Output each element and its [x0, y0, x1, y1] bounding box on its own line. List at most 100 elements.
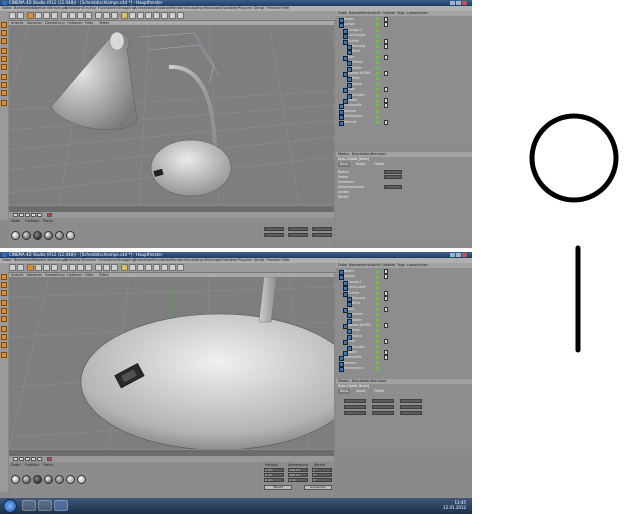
- axis-x-icon[interactable]: [61, 12, 68, 19]
- rotate-icon[interactable]: [51, 12, 58, 19]
- visibility-check-icon[interactable]: [376, 302, 379, 306]
- material-tag-icon[interactable]: [384, 323, 388, 328]
- soft-selection-icon[interactable]: [1, 352, 7, 358]
- coord-mode-select[interactable]: Objekt: [264, 485, 292, 490]
- attr-field[interactable]: [344, 405, 366, 409]
- material-tag-icon[interactable]: [384, 98, 388, 103]
- tab-objekt[interactable]: Objekt: [374, 389, 384, 394]
- intermediate-points-select[interactable]: [384, 185, 402, 189]
- object-tree-row[interactable]: Spline: [336, 334, 472, 340]
- floor-icon[interactable]: [161, 264, 168, 271]
- step-back-icon[interactable]: [19, 457, 24, 461]
- record-icon[interactable]: [47, 457, 52, 461]
- object-tree-row[interactable]: Halter: [336, 318, 472, 324]
- visibility-check-icon[interactable]: [376, 72, 379, 75]
- pen-icon[interactable]: [129, 264, 136, 271]
- render-picture-icon[interactable]: [103, 264, 110, 271]
- material-tag-icon[interactable]: [384, 54, 388, 60]
- object-tree-row[interactable]: Gelenk: [336, 60, 472, 67]
- visibility-check-icon[interactable]: [376, 329, 379, 333]
- undo-icon[interactable]: [9, 12, 16, 19]
- material-menu-datei[interactable]: Datei: [11, 219, 20, 223]
- material-menu-datei[interactable]: Datei: [11, 463, 20, 467]
- attr-field[interactable]: [400, 411, 422, 415]
- cube-icon[interactable]: [121, 12, 128, 19]
- object-tree-row[interactable]: Spline: [336, 82, 472, 88]
- visibility-check-icon[interactable]: [376, 120, 379, 124]
- material-tag-icon[interactable]: [384, 355, 388, 361]
- om-menu-lesezeichen[interactable]: Lesezeichen: [407, 11, 428, 16]
- move-icon[interactable]: [35, 264, 42, 271]
- material-swatch[interactable]: [44, 231, 53, 240]
- attr-field[interactable]: [400, 399, 422, 403]
- visibility-check-icon[interactable]: [376, 313, 379, 317]
- material-menu-funktion[interactable]: Funktion: [25, 219, 40, 223]
- play-icon[interactable]: [25, 213, 30, 217]
- attr-field[interactable]: [344, 411, 366, 415]
- visibility-check-icon[interactable]: [376, 109, 379, 113]
- visibility-check-icon[interactable]: [376, 297, 379, 300]
- coord-field[interactable]: [288, 233, 308, 237]
- visibility-check-icon[interactable]: [376, 23, 379, 27]
- position-z-field[interactable]: 0 cm: [264, 478, 284, 482]
- material-swatch[interactable]: [22, 475, 31, 484]
- tab-objekt[interactable]: Objekt: [374, 162, 384, 167]
- close-button[interactable]: [462, 253, 467, 257]
- visibility-check-icon[interactable]: [376, 55, 379, 59]
- object-tree-row[interactable]: Arm: [336, 306, 472, 313]
- visibility-check-icon[interactable]: [376, 99, 379, 102]
- taskbar-browser-icon[interactable]: [38, 500, 52, 511]
- polygons-mode-icon[interactable]: [1, 64, 7, 70]
- rotation-b-field[interactable]: 0 °: [312, 478, 332, 482]
- points-mode-icon[interactable]: [1, 300, 7, 306]
- edges-mode-icon[interactable]: [1, 308, 7, 314]
- array-icon[interactable]: [145, 12, 152, 19]
- visibility-check-icon[interactable]: [376, 361, 379, 365]
- object-tree-row[interactable]: Schalter: [336, 93, 472, 99]
- workplane-icon[interactable]: [1, 82, 7, 88]
- axis-y-icon[interactable]: [69, 264, 76, 271]
- material-swatch[interactable]: [66, 475, 75, 484]
- size-y-field[interactable]: 100 cm: [288, 473, 308, 477]
- attr-field[interactable]: [372, 411, 394, 415]
- material-menu-funktion[interactable]: Funktion: [25, 463, 40, 467]
- soft-selection-icon[interactable]: [1, 100, 7, 106]
- scale-icon[interactable]: [43, 264, 50, 271]
- maximize-button[interactable]: [456, 253, 461, 257]
- nurbs-icon[interactable]: [137, 12, 144, 19]
- coord-field[interactable]: [312, 227, 332, 231]
- texture-mode-icon[interactable]: [1, 282, 7, 288]
- go-end-icon[interactable]: [37, 213, 42, 217]
- minimize-button[interactable]: [450, 1, 455, 5]
- visibility-check-icon[interactable]: [376, 291, 379, 295]
- 3d-viewport[interactable]: [9, 277, 334, 449]
- material-swatch[interactable]: [77, 475, 86, 484]
- render-view-icon[interactable]: [95, 264, 102, 271]
- axis-mode-icon[interactable]: [1, 38, 7, 44]
- visibility-check-icon[interactable]: [376, 66, 379, 70]
- om-menu-bearbeiten[interactable]: Bearbeiten: [349, 263, 368, 268]
- 3d-viewport[interactable]: [9, 25, 334, 205]
- object-tree-row[interactable]: Hintergrund: [336, 366, 472, 373]
- coord-field[interactable]: [312, 233, 332, 237]
- coord-field[interactable]: [264, 233, 284, 237]
- axis-z-icon[interactable]: [77, 12, 84, 19]
- object-tree-row[interactable]: Lichtquelle: [336, 33, 472, 40]
- object-tree-row[interactable]: Himmel: [336, 119, 472, 126]
- array-icon[interactable]: [145, 264, 152, 271]
- redo-icon[interactable]: [17, 264, 24, 271]
- pen-icon[interactable]: [129, 12, 136, 19]
- visibility-check-icon[interactable]: [376, 115, 379, 119]
- position-x-field[interactable]: 0 cm: [264, 468, 284, 472]
- object-tree-row[interactable]: Kamera: [336, 109, 472, 115]
- polygons-mode-icon[interactable]: [1, 316, 7, 322]
- object-tree-row[interactable]: Lampe.1: [336, 280, 472, 286]
- object-tree-row[interactable]: Kabel: [336, 350, 472, 356]
- material-swatch[interactable]: [22, 231, 31, 240]
- object-tree-row[interactable]: Sweep-NURBS: [336, 71, 472, 77]
- axis-y-icon[interactable]: [69, 12, 76, 19]
- object-tree-row[interactable]: Halter: [336, 66, 472, 72]
- redo-icon[interactable]: [17, 12, 24, 19]
- axis-x-icon[interactable]: [61, 264, 68, 271]
- visibility-check-icon[interactable]: [376, 104, 379, 108]
